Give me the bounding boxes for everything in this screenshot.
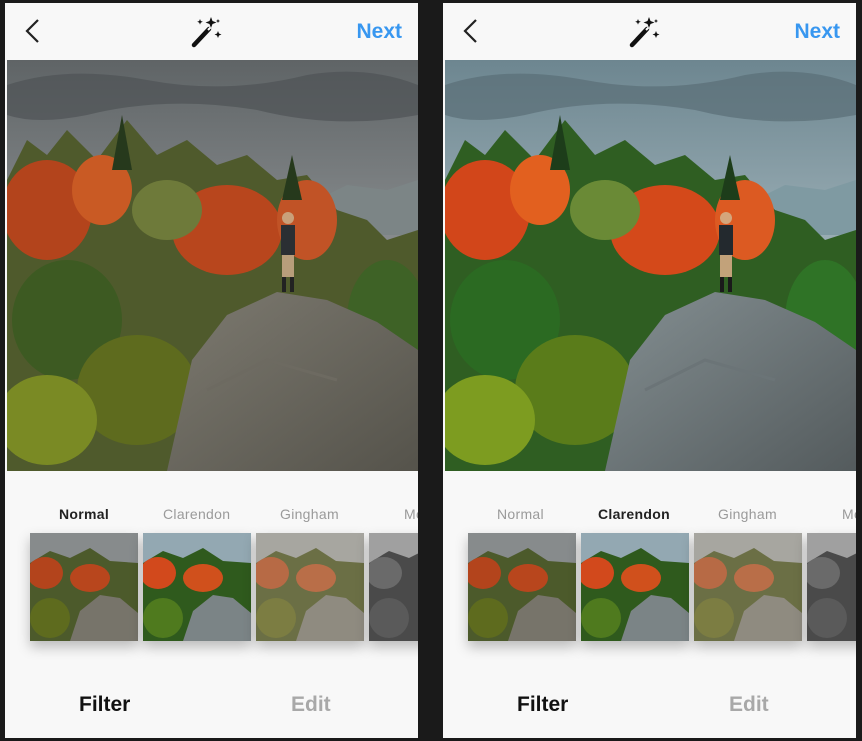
bottom-tab-bar: Filter Edit (5, 693, 418, 723)
filter-label-gingham[interactable]: Gingham (718, 506, 777, 522)
bottom-tab-bar: Filter Edit (443, 693, 856, 723)
filter-label-normal[interactable]: Normal (497, 506, 544, 522)
filter-thumb-gingham[interactable] (694, 533, 802, 641)
top-bar: Next (5, 3, 418, 60)
next-button[interactable]: Next (356, 20, 402, 44)
filter-thumb-normal[interactable] (468, 533, 576, 641)
filter-label-gingham[interactable]: Gingham (280, 506, 339, 522)
tab-filter[interactable]: Filter (79, 693, 130, 717)
filter-label-clarendon[interactable]: Clarendon (163, 506, 230, 522)
left-screen: Next Normal Clarendon Gingham M Filter E… (5, 3, 418, 738)
next-button[interactable]: Next (794, 20, 840, 44)
filter-label-moon[interactable]: Moon (842, 506, 856, 522)
filter-label-normal[interactable]: Normal (59, 506, 109, 522)
top-bar: Next (443, 3, 856, 60)
filter-label-moon[interactable]: Moon (404, 506, 418, 522)
filter-thumb-moon[interactable] (369, 533, 418, 641)
filter-thumb-clarendon[interactable] (143, 533, 251, 641)
filter-names-row: Normal Clarendon Gingham Moon (443, 506, 856, 526)
filter-thumb-gingham[interactable] (256, 533, 364, 641)
magic-wand-icon[interactable] (189, 15, 223, 49)
tab-filter[interactable]: Filter (517, 693, 568, 717)
magic-wand-icon[interactable] (627, 15, 661, 49)
filter-thumb-clarendon[interactable] (581, 533, 689, 641)
back-chevron-icon[interactable] (461, 18, 481, 44)
filter-label-clarendon[interactable]: Clarendon (598, 506, 670, 522)
filter-thumb-moon[interactable] (807, 533, 856, 641)
photo-preview (445, 60, 856, 471)
right-screen: Next Normal Clarendon Gingham M Filter E… (443, 3, 856, 738)
filter-thumb-normal[interactable] (30, 533, 138, 641)
filter-names-row: Normal Clarendon Gingham Moon (5, 506, 418, 526)
tab-edit[interactable]: Edit (291, 693, 331, 717)
tab-edit[interactable]: Edit (729, 693, 769, 717)
back-chevron-icon[interactable] (23, 18, 43, 44)
photo-preview (7, 60, 418, 471)
